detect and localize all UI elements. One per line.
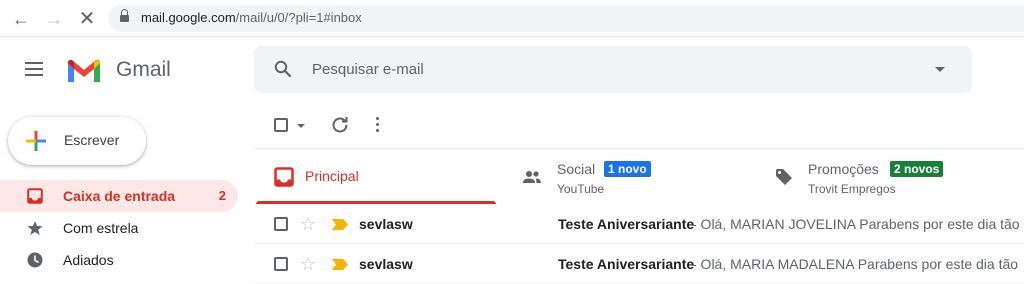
important-marker-icon[interactable] [332, 259, 348, 270]
plus-icon [26, 131, 46, 151]
sidebar-item-starred[interactable]: Com estrela [0, 212, 238, 244]
back-arrow-icon[interactable]: ← [10, 8, 32, 30]
star-toggle-icon[interactable]: ☆ [300, 254, 316, 275]
row-checkbox[interactable] [274, 217, 288, 231]
sidebar-item-snoozed[interactable]: Adiados [0, 244, 238, 276]
tab-social[interactable]: Social 1 novo YouTube [496, 149, 748, 204]
main-menu-icon[interactable] [25, 62, 43, 76]
people-icon [523, 171, 541, 183]
search-input[interactable]: Pesquisar e-mail [312, 61, 424, 78]
email-snippet: - Olá, MARIAN JOVELINA Parabens por este… [692, 216, 1020, 232]
product-name[interactable]: Gmail [116, 58, 171, 82]
url-text: mail.google.com/mail/u/0/?pli=1#inbox [141, 10, 362, 25]
star-toggle-icon[interactable]: ☆ [300, 214, 316, 235]
inbox-icon [27, 188, 43, 204]
address-bar[interactable]: mail.google.com/mail/u/0/?pli=1#inbox [108, 5, 1024, 32]
search-icon[interactable] [274, 60, 292, 78]
tab-label: Principal [305, 168, 359, 184]
sidebar-item-label: Com estrela [63, 220, 139, 236]
tab-label: Social [557, 161, 596, 177]
tab-label: Promoções [808, 161, 879, 177]
browser-toolbar: ← → ✕ mail.google.com/mail/u/0/?pli=1#in… [0, 0, 1024, 37]
forward-arrow-icon[interactable]: → [43, 8, 65, 30]
new-count-badge: 1 novo [604, 161, 651, 177]
email-subject: Teste Aniversariante [558, 256, 695, 272]
important-marker-icon[interactable] [332, 219, 348, 230]
email-snippet: - Olá, MARIA MADALENA Parabens por este … [692, 256, 1019, 272]
url-path: /mail/u/0/?pli=1#inbox [235, 10, 362, 25]
gmail-logo[interactable] [66, 58, 102, 84]
unread-count: 2 [218, 188, 226, 203]
stop-loading-icon[interactable]: ✕ [76, 8, 98, 30]
select-options-caret-icon[interactable] [297, 124, 305, 128]
url-host: mail.google.com [141, 10, 236, 25]
inbox-icon [274, 167, 294, 187]
search-bar[interactable]: Pesquisar e-mail [254, 46, 972, 93]
tag-icon [776, 169, 792, 185]
new-count-badge: 2 novos [890, 161, 944, 177]
search-options-caret-icon[interactable] [935, 67, 945, 72]
sidebar-item-label: Adiados [63, 252, 114, 268]
select-all-checkbox[interactable] [274, 118, 288, 132]
refresh-icon[interactable] [331, 116, 349, 134]
compose-label: Escrever [64, 132, 120, 148]
tab-sender-preview: YouTube [557, 182, 605, 196]
clock-icon [27, 252, 43, 268]
email-subject: Teste Aniversariante [558, 216, 695, 232]
lock-icon [120, 9, 129, 23]
more-options-icon[interactable] [374, 116, 382, 134]
email-sender: sevlasw [359, 216, 413, 232]
email-row[interactable]: ☆ sevlasw Teste Aniversariante - Olá, MA… [254, 204, 1024, 244]
tab-promocoes[interactable]: Promoções 2 novos Trovit Empregos [748, 149, 1024, 204]
compose-button[interactable]: Escrever [8, 117, 146, 165]
sidebar-item-label: Caixa de entrada [63, 188, 176, 204]
tab-principal[interactable]: Principal [254, 149, 496, 204]
row-checkbox[interactable] [274, 257, 288, 271]
star-icon [27, 221, 43, 235]
email-row[interactable]: ☆ sevlasw Teste Aniversariante - Olá, MA… [254, 244, 1024, 284]
sidebar-item-inbox[interactable]: Caixa de entrada 2 [0, 180, 238, 212]
tab-sender-preview: Trovit Empregos [808, 182, 896, 196]
email-sender: sevlasw [359, 256, 413, 272]
